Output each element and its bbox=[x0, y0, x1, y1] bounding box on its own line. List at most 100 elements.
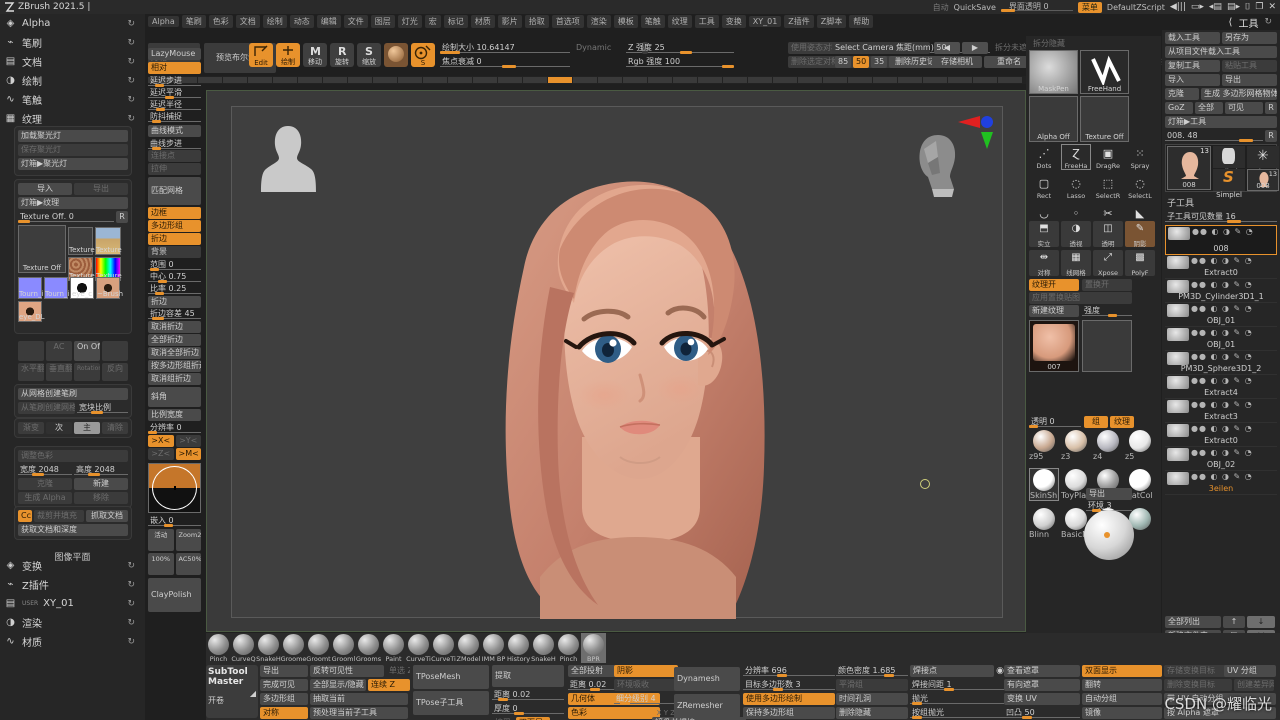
focal-length-slider[interactable]: 焦距(mm) 50 bbox=[894, 42, 990, 54]
list-all-button[interactable]: 全部列出 bbox=[1165, 616, 1221, 628]
subtool-list[interactable]: ●● ◐ ◑ ✎ ◔008●● ◐ ◑ ✎ ◔Extract0●● ◐ ◑ ✎ … bbox=[1165, 225, 1277, 495]
texture-export-button[interactable]: 导出 bbox=[74, 183, 128, 195]
move-mode-button[interactable]: M 移动 bbox=[303, 43, 327, 67]
brush-SnakeH-13[interactable]: SnakeH bbox=[531, 633, 556, 663]
shadow-icon[interactable]: ✎阴影 bbox=[1125, 221, 1155, 247]
menu-button[interactable]: 菜单 bbox=[1078, 2, 1102, 13]
strip-cell-13[interactable] bbox=[473, 77, 497, 83]
ratio-width-button[interactable]: 比例宽度 bbox=[148, 409, 201, 421]
subtool-visibility-icons[interactable]: ●● ◐ ◑ ✎ ◔ bbox=[1191, 256, 1253, 265]
rotate-icon[interactable]: Rotation bbox=[74, 363, 100, 381]
zoom50-icon[interactable]: AC50% bbox=[176, 553, 202, 575]
crease-op-4[interactable]: 取消组折边 bbox=[148, 373, 201, 385]
time-hole-button[interactable]: 时间孔洞 bbox=[836, 693, 908, 705]
fade-button[interactable]: 渐变 bbox=[18, 422, 44, 434]
stretch-button[interactable]: 拉伸 bbox=[148, 163, 201, 175]
ambient-slider[interactable]: 环境 3 bbox=[1086, 500, 1132, 512]
quicksave-button[interactable]: QuickSave bbox=[954, 3, 996, 12]
weld-points-radio[interactable]: ◉ bbox=[996, 665, 1004, 677]
subtool-visibility-icons[interactable]: ●● ◐ ◑ ✎ ◔ bbox=[1191, 304, 1253, 313]
strip-cell-4[interactable] bbox=[248, 77, 272, 83]
subtool-visibility-icons[interactable]: ●● ◐ ◑ ✎ ◔ bbox=[1191, 448, 1253, 457]
tool-thumb-simplebrush[interactable]: S Simplel bbox=[1213, 169, 1245, 191]
extract-button[interactable]: 提取 bbox=[492, 665, 564, 687]
flip-h-icon[interactable]: 水平翻转 bbox=[18, 363, 44, 381]
palette-绘制[interactable]: ◑绘制↻ bbox=[0, 71, 145, 90]
subtool-visibility-icons[interactable]: ●● ◐ ◑ ✎ ◔ bbox=[1191, 376, 1253, 385]
subtool-visible-count-slider[interactable]: 子工具可见数量 16 bbox=[1165, 211, 1277, 223]
refresh-icon[interactable]: ↻ bbox=[127, 618, 135, 628]
brush-Grooml-5[interactable]: Grooml bbox=[331, 633, 356, 663]
texture-off-slider[interactable]: Texture Off. 0 bbox=[18, 211, 114, 223]
strip-cell-27[interactable] bbox=[823, 77, 847, 83]
brush-Groome-3[interactable]: Groome bbox=[281, 633, 306, 663]
texture-thumb-2[interactable]: Texture bbox=[95, 227, 121, 255]
strip-cell-29[interactable] bbox=[873, 77, 897, 83]
tray-right-icon[interactable]: ▤▸ bbox=[1227, 2, 1240, 12]
continuous-z-button[interactable]: 连续 Z bbox=[368, 679, 410, 691]
brush-Groomt-4[interactable]: Groomt bbox=[306, 633, 331, 663]
strip-cell-6[interactable] bbox=[298, 77, 322, 83]
group-polish-slider[interactable]: 按组抛光 bbox=[910, 707, 1004, 719]
palette-笔触[interactable]: ∿笔触↻ bbox=[0, 90, 145, 109]
close-icon[interactable]: ✕ bbox=[1268, 2, 1276, 12]
brush-CurveQ-1[interactable]: CurveQ bbox=[231, 633, 256, 663]
curve-mode-button[interactable]: 曲线模式 bbox=[148, 125, 201, 137]
tray-left-icon[interactable]: ◂▤ bbox=[1209, 2, 1222, 12]
displace-on-button[interactable]: 置换开 bbox=[1082, 279, 1132, 291]
freehand-icon[interactable]: ⱿFreeHa bbox=[1061, 144, 1091, 170]
refresh-icon[interactable]: ↻ bbox=[1264, 17, 1272, 27]
unwrap-label[interactable]: 开卷 bbox=[208, 695, 224, 706]
save-as-button[interactable]: 另存为 bbox=[1222, 32, 1277, 44]
focal-preset-35[interactable]: 35 bbox=[871, 56, 887, 68]
spray-icon[interactable]: ⁙Spray bbox=[1125, 144, 1155, 170]
audio-icon[interactable]: ◀||| bbox=[1170, 2, 1186, 12]
split-hide-button[interactable]: 拆分隐藏 bbox=[1030, 38, 1090, 50]
smooth-groups-button[interactable]: 平滑组 bbox=[836, 679, 908, 691]
subtool-master-panel[interactable]: SubToolMaster 开卷 ◢ bbox=[206, 665, 258, 718]
extract-thickness-slider[interactable]: 厚度 0 bbox=[492, 703, 564, 715]
arrow-down-icon[interactable]: ↓ bbox=[1247, 616, 1275, 628]
strip-cell-20[interactable] bbox=[648, 77, 672, 83]
menu-item-5[interactable]: 动态 bbox=[290, 15, 314, 28]
embed-slider[interactable]: 嵌入 0 bbox=[148, 515, 201, 527]
character-model[interactable] bbox=[432, 107, 852, 619]
extract-distance2-slider[interactable]: 距离 0.02 bbox=[568, 679, 660, 691]
lazy-mouse-button[interactable]: LazyMouse bbox=[148, 48, 201, 60]
texture-thumb-1[interactable]: Texture bbox=[68, 227, 93, 255]
texture-thumb-7[interactable]: eye_c bbox=[70, 277, 94, 299]
axis-z-button[interactable]: >Z< bbox=[148, 448, 174, 460]
crease-op-2[interactable]: 取消全部折边 bbox=[148, 347, 201, 359]
alpha-contrast-icon[interactable]: AC bbox=[46, 341, 72, 361]
viewport[interactable] bbox=[206, 90, 1026, 632]
convex-slider[interactable]: 凹凸 50 bbox=[1004, 707, 1080, 719]
xpose-icon[interactable]: ⤢Xpose bbox=[1093, 250, 1123, 276]
target-poly-slider[interactable]: 目标多边形数 3 bbox=[743, 679, 835, 691]
load-tool-button[interactable]: 载入工具 bbox=[1165, 32, 1220, 44]
stm-show-hide-all-button[interactable]: 全部显示/隐藏 bbox=[310, 679, 366, 691]
stroke-slider-0[interactable]: 延迟步进 bbox=[148, 75, 201, 87]
lightbox-texture-button[interactable]: 灯箱▶纹理 bbox=[18, 197, 128, 209]
crease-op-1[interactable]: 全部折边 bbox=[148, 334, 201, 346]
polygroup-button[interactable]: 多边形组 bbox=[148, 220, 201, 232]
focal-shift-slider[interactable]: 焦点衰减 0 bbox=[440, 56, 570, 68]
remove-button[interactable]: 移除 bbox=[74, 492, 128, 504]
strip-cell-17[interactable] bbox=[573, 77, 597, 83]
brush-SnakeH-2[interactable]: SnakeH bbox=[256, 633, 281, 663]
brush-ZModel-10[interactable]: ZModel bbox=[456, 633, 481, 663]
refresh-icon[interactable]: ↻ bbox=[127, 114, 135, 124]
strip-cell-19[interactable] bbox=[623, 77, 647, 83]
menu-item-9[interactable]: 灯光 bbox=[398, 15, 422, 28]
brush-Paint-7[interactable]: Paint bbox=[381, 633, 406, 663]
current-alpha-thumb[interactable]: Alpha Off bbox=[1029, 96, 1078, 142]
subtool-row-3[interactable]: ●● ◐ ◑ ✎ ◔OBJ_01 bbox=[1165, 303, 1277, 327]
intensity-slider[interactable]: 强度 bbox=[1082, 305, 1132, 317]
menu-item-2[interactable]: 色彩 bbox=[209, 15, 233, 28]
crease-label-button[interactable]: 折边 bbox=[148, 296, 201, 308]
palette-变换[interactable]: ◈变换↻ bbox=[0, 556, 145, 575]
brush-Pinch-14[interactable]: Pinch bbox=[556, 633, 581, 663]
texture-thumb-8[interactable]: ~Brush bbox=[96, 277, 120, 299]
zoom100-icon[interactable]: 100% bbox=[148, 553, 174, 575]
axis-x-button[interactable]: >X< bbox=[148, 435, 174, 447]
transparency-slider[interactable]: 透明 0 bbox=[1029, 416, 1081, 428]
